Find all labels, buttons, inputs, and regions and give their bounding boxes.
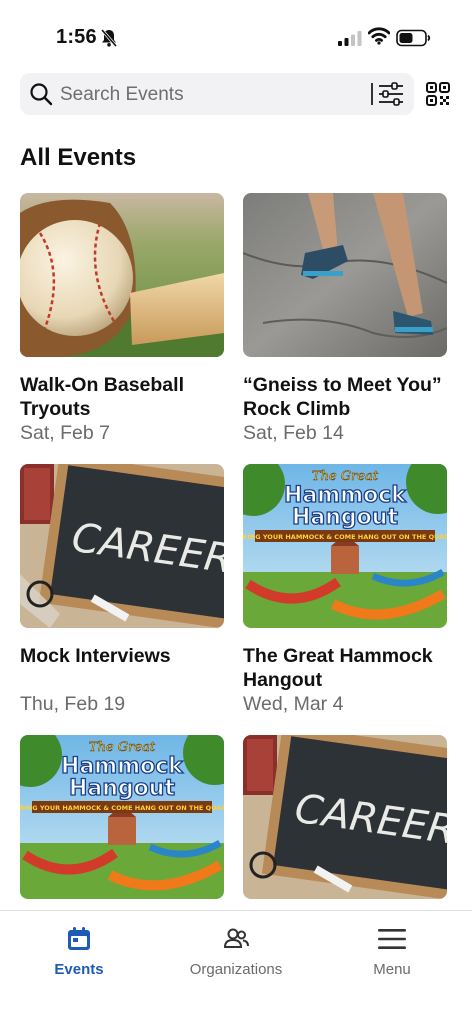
search-bar[interactable]	[20, 73, 414, 115]
people-icon	[223, 928, 249, 948]
event-date: Sat, Feb 7	[20, 422, 110, 444]
tab-label: Organizations	[189, 961, 283, 978]
status-bar: 1:56	[0, 0, 472, 70]
event-image-hammock-poster: The Great Hammock Hangout BRING YOUR HAM…	[243, 464, 447, 628]
wifi-icon	[368, 27, 390, 45]
search-icon	[30, 83, 53, 106]
event-card[interactable]: The Great Hammock Hangout BRING YOUR HAM…	[243, 464, 449, 716]
calendar-icon	[68, 927, 90, 950]
status-time: 1:56	[56, 26, 97, 48]
event-title: Walk-On Baseball Tryouts	[20, 374, 184, 420]
tab-menu[interactable]: Menu	[322, 925, 462, 978]
event-date: Wed, Mar 4	[243, 693, 344, 715]
search-input[interactable]	[58, 77, 372, 113]
filter-sliders-icon[interactable]	[377, 81, 405, 107]
event-card[interactable]: Walk-On Baseball Tryouts Sat, Feb 7	[20, 193, 226, 445]
tab-label: Events	[54, 961, 104, 978]
event-image-hammock-poster: The Great Hammock Hangout BRING YOUR HAM…	[20, 735, 224, 899]
bell-slash-icon	[100, 29, 118, 47]
tab-bar: Events Organizations Menu	[0, 910, 472, 1025]
event-image-baseball	[20, 193, 224, 357]
qr-code-icon[interactable]	[426, 82, 450, 106]
svg-text:The Great: The Great	[312, 469, 379, 484]
svg-text:Hangout: Hangout	[292, 505, 398, 530]
event-card[interactable]: “Gneiss to Meet You” Rock Climb Sat, Feb…	[243, 193, 449, 445]
event-card[interactable]: CAREER	[243, 735, 449, 899]
svg-text:BRING YOUR HAMMOCK & COME HANG: BRING YOUR HAMMOCK & COME HANG OUT ON TH…	[243, 533, 447, 541]
tab-events[interactable]: Events	[9, 925, 149, 978]
event-date: Thu, Feb 19	[20, 693, 126, 715]
tab-organizations[interactable]: Organizations	[166, 925, 306, 978]
svg-text:Hangout: Hangout	[69, 776, 175, 801]
event-title: Mock Interviews	[20, 645, 171, 667]
hamburger-icon	[378, 929, 406, 949]
event-title: “Gneiss to Meet You” Rock Climb	[243, 374, 442, 420]
search-divider	[371, 83, 373, 105]
event-date: Sat, Feb 14	[243, 422, 344, 444]
cellular-signal-icon	[338, 31, 362, 46]
svg-text:The Great: The Great	[89, 740, 156, 755]
event-image-career-chalkboard: CAREER	[20, 464, 224, 628]
event-card[interactable]: The Great Hammock Hangout BRING YOUR HAM…	[20, 735, 226, 899]
svg-text:BRING YOUR HAMMOCK & COME HANG: BRING YOUR HAMMOCK & COME HANG OUT ON TH…	[20, 804, 224, 812]
event-image-rock-climb	[243, 193, 447, 357]
battery-icon	[396, 29, 431, 47]
event-card[interactable]: CAREER Mock Interviews Thu, Feb 19	[20, 464, 226, 716]
event-title: The Great Hammock Hangout	[243, 645, 433, 691]
section-title: All Events	[20, 144, 137, 171]
tab-label: Menu	[373, 961, 411, 978]
event-image-career-chalkboard: CAREER	[243, 735, 447, 899]
